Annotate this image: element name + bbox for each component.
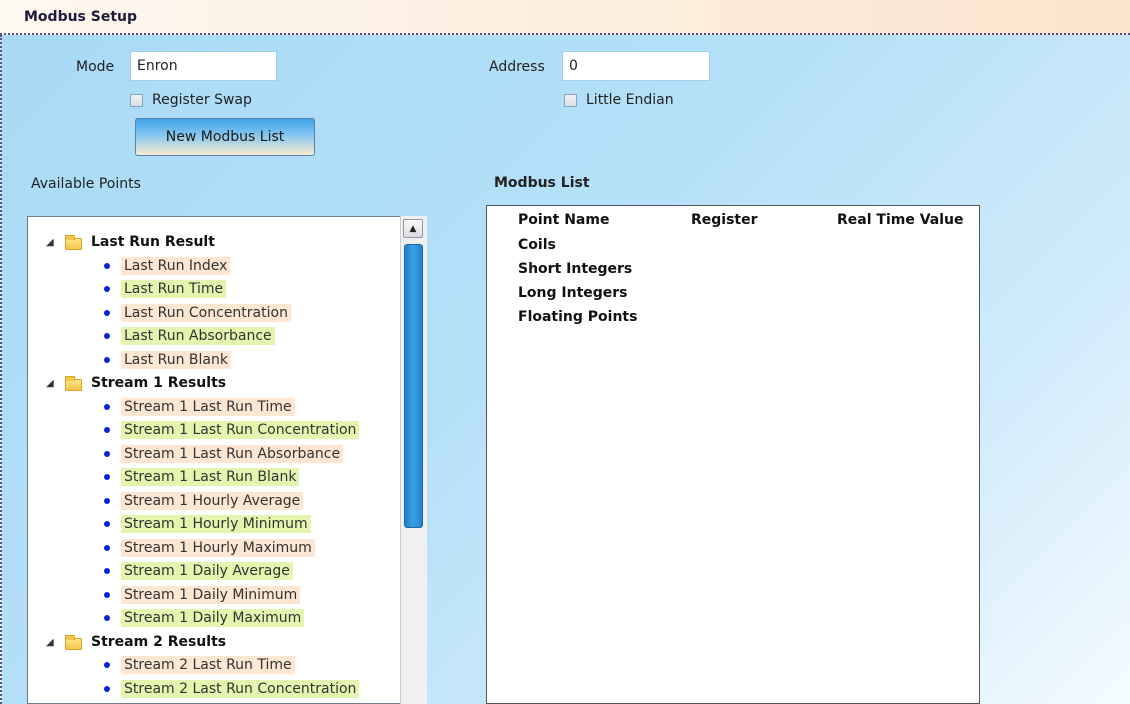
tree-group[interactable]: ◢ Last Run Result xyxy=(28,232,398,255)
modbus-list-table[interactable]: Point Name Register Real Time Value Coil… xyxy=(486,205,980,704)
bullet-icon xyxy=(104,309,110,316)
tree-item-label: Last Run Blank xyxy=(121,350,231,369)
modbus-list-row[interactable]: Short Integers xyxy=(518,261,632,277)
modbus-list-row[interactable]: Coils xyxy=(518,237,556,253)
tree-item-label: Stream 1 Hourly Average xyxy=(121,491,304,510)
register-swap-option[interactable]: Register Swap xyxy=(130,92,252,108)
tree-group[interactable]: ◢ Stream 1 Results xyxy=(28,373,398,396)
bullet-icon xyxy=(104,685,110,692)
tree-item[interactable]: Stream 2 Last Run Concentration xyxy=(28,679,398,702)
tree-item-label: Stream 1 Daily Average xyxy=(121,562,293,580)
bullet-icon xyxy=(104,662,110,668)
tree-item[interactable]: Stream 1 Daily Average xyxy=(28,561,398,584)
little-endian-checkbox[interactable] xyxy=(564,93,577,107)
tree-item-label: Last Run Index xyxy=(121,256,231,275)
tree-item-label: Stream 1 Daily Maximum xyxy=(121,609,305,627)
tree-item[interactable]: Last Run Concentration xyxy=(28,303,398,326)
modbus-list-row[interactable]: Floating Points xyxy=(518,309,637,325)
bullet-icon xyxy=(104,521,110,527)
tree-item-label: Stream 2 Last Run Concentration xyxy=(121,679,360,698)
tree-item[interactable]: Last Run Index xyxy=(28,256,398,279)
tree-item[interactable]: Last Run Absorbance xyxy=(28,326,398,349)
tree-group[interactable]: ◢ Stream 2 Results xyxy=(28,632,398,655)
tree-item[interactable]: Last Run Time xyxy=(28,279,398,302)
bullet-icon xyxy=(104,450,110,457)
expand-triangle-icon[interactable]: ◢ xyxy=(46,378,54,389)
folder-icon xyxy=(65,376,82,391)
tree-item-label: Stream 1 Daily Minimum xyxy=(121,585,301,604)
tree-item[interactable]: Last Run Blank xyxy=(28,350,398,373)
tree-item[interactable]: Stream 1 Last Run Absorbance xyxy=(28,444,398,467)
scroll-up-button[interactable]: ▲ xyxy=(403,219,423,238)
folder-icon xyxy=(65,235,82,250)
bullet-icon xyxy=(104,544,110,551)
tree-group-label: Stream 1 Results xyxy=(91,375,227,391)
bullet-icon xyxy=(104,474,110,480)
bullet-icon xyxy=(104,286,110,292)
register-swap-checkbox[interactable] xyxy=(130,93,143,107)
bullet-icon xyxy=(104,403,110,410)
tree-item-label: Stream 1 Last Run Absorbance xyxy=(121,444,344,463)
tree-item[interactable]: Stream 1 Hourly Maximum xyxy=(28,538,398,561)
modbus-list-row[interactable]: Long Integers xyxy=(518,285,628,301)
tree-item-label: Stream 1 Last Run Blank xyxy=(121,468,300,486)
tree-item[interactable]: Stream 1 Hourly Average xyxy=(28,491,398,514)
tree-item[interactable]: Stream 1 Last Run Blank xyxy=(28,467,398,490)
column-header-real-time-value[interactable]: Real Time Value xyxy=(837,212,963,228)
column-header-point-name[interactable]: Point Name xyxy=(518,212,609,228)
available-points-tree[interactable]: ◢ Last Run Result Last Run Index Last Run T… xyxy=(27,216,427,704)
bullet-icon xyxy=(104,497,110,504)
little-endian-option[interactable]: Little Endian xyxy=(564,92,674,108)
new-modbus-list-button[interactable]: New Modbus List xyxy=(135,118,315,156)
tree-item-label: Stream 1 Hourly Maximum xyxy=(121,538,315,557)
scroll-thumb[interactable] xyxy=(404,244,423,528)
address-field[interactable] xyxy=(562,51,710,81)
header-bar: Modbus Setup xyxy=(0,0,1130,35)
tree-item-label: Stream 1 Last Run Time xyxy=(121,397,295,416)
tree-group-label: Stream 2 Results xyxy=(91,633,227,650)
tree-group-label: Last Run Result xyxy=(91,234,215,250)
bullet-icon xyxy=(104,568,110,574)
tree-item[interactable]: Stream 1 Daily Minimum xyxy=(28,585,398,608)
tree-item[interactable]: Stream 1 Daily Maximum xyxy=(28,608,398,631)
bullet-icon xyxy=(104,262,110,269)
tree-item-label: Stream 1 Hourly Minimum xyxy=(121,515,311,533)
tree-item[interactable]: Stream 1 Hourly Minimum xyxy=(28,514,398,537)
expand-triangle-icon[interactable]: ◢ xyxy=(46,637,54,648)
available-points-label: Available Points xyxy=(31,176,141,192)
tree-item[interactable]: Stream 1 Last Run Concentration xyxy=(28,420,398,443)
mode-label: Mode xyxy=(76,59,115,75)
tree-item-label: Stream 2 Last Run Time xyxy=(121,656,295,674)
scroll-up-arrow-icon: ▲ xyxy=(409,223,417,234)
tree-item-label: Last Run Time xyxy=(121,280,227,298)
bullet-icon xyxy=(104,333,110,339)
little-endian-label: Little Endian xyxy=(586,92,674,108)
column-header-register[interactable]: Register xyxy=(691,212,758,228)
mode-field[interactable] xyxy=(130,51,277,81)
bullet-icon xyxy=(104,427,110,433)
tree-scrollbar[interactable]: ▲ xyxy=(400,216,427,704)
bullet-icon xyxy=(104,591,110,598)
modbus-list-label: Modbus List xyxy=(494,175,590,191)
tree-item-label: Last Run Absorbance xyxy=(121,327,275,345)
address-label: Address xyxy=(489,59,545,75)
bullet-icon xyxy=(104,356,110,363)
tree-item-label: Last Run Concentration xyxy=(121,303,291,322)
tree-item[interactable]: Stream 2 Last Run Time xyxy=(28,655,398,678)
tree-item-label: Stream 1 Last Run Concentration xyxy=(121,421,360,439)
tree-item[interactable]: Stream 1 Last Run Time xyxy=(28,397,398,420)
folder-icon xyxy=(65,634,82,650)
bullet-icon xyxy=(104,615,110,621)
register-swap-label: Register Swap xyxy=(152,92,252,108)
expand-triangle-icon[interactable]: ◢ xyxy=(46,237,54,248)
page-title: Modbus Setup xyxy=(24,9,138,25)
